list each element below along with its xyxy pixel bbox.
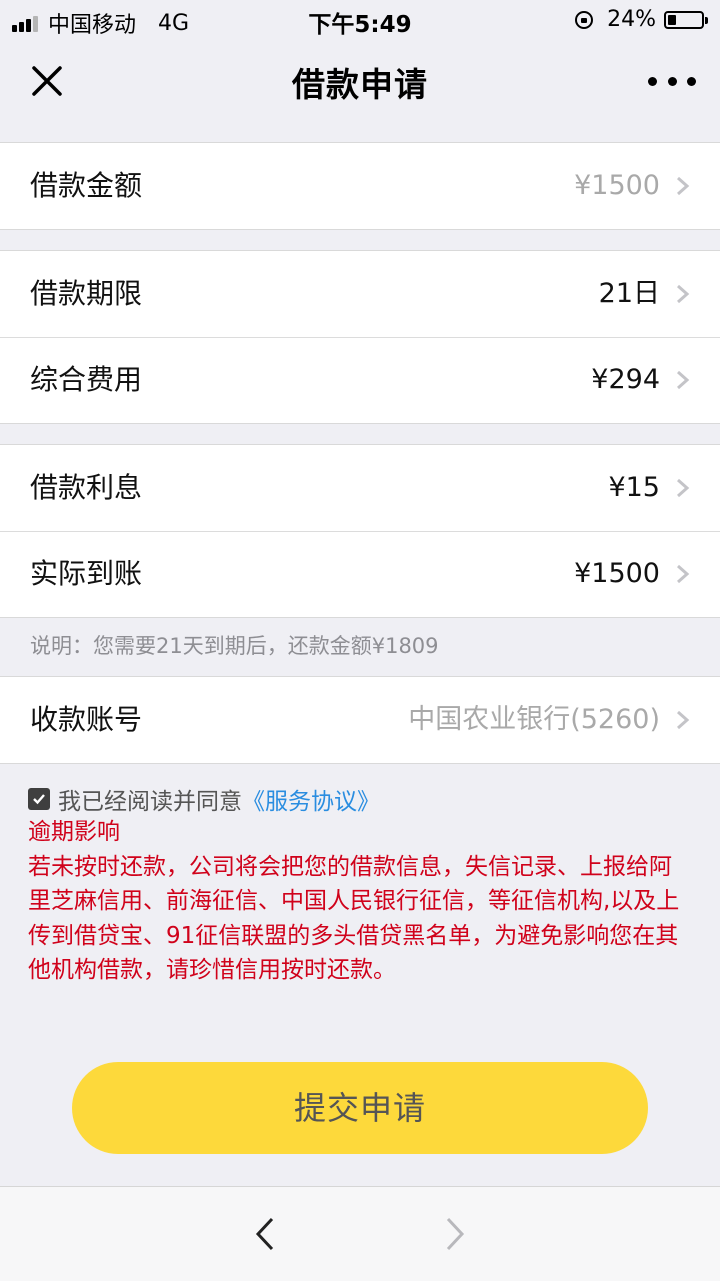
chevron-right-icon xyxy=(677,176,690,196)
checkmark-icon xyxy=(33,794,45,805)
status-right: 24% xyxy=(575,7,708,32)
account-value: 中国农业银行(5260) xyxy=(408,704,660,735)
loan-term-label: 借款期限 xyxy=(30,277,143,310)
loan-amount-label: 借款金额 xyxy=(30,169,143,202)
back-arrow-icon[interactable] xyxy=(250,1215,280,1253)
submit-button[interactable]: 提交申请 xyxy=(72,1062,648,1154)
nav-bar: 借款申请 xyxy=(0,40,720,122)
chevron-right-icon xyxy=(677,564,690,584)
battery-percent: 24% xyxy=(607,7,656,32)
battery-fill xyxy=(668,14,676,25)
fee-row[interactable]: 综合费用 ¥294 xyxy=(0,337,720,423)
page-title: 借款申请 xyxy=(292,65,428,104)
forward-arrow-icon[interactable] xyxy=(440,1215,470,1253)
service-agreement-link[interactable]: 《服务协议》 xyxy=(242,782,380,816)
repayment-note: 说明：您需要21天到期后，还款金额¥1809 xyxy=(30,634,439,658)
more-dots-icon[interactable] xyxy=(648,68,696,94)
warning-title: 逾期影响 xyxy=(28,819,120,845)
chevron-right-icon xyxy=(677,284,690,304)
browser-toolbar xyxy=(0,1186,720,1281)
fee-value: ¥294 xyxy=(591,364,660,395)
loan-amount-value: ¥1500 xyxy=(574,170,660,201)
interest-row[interactable]: 借款利息 ¥15 xyxy=(0,445,720,531)
chevron-right-icon xyxy=(677,710,690,730)
agreement: 我已经阅读并同意 《服务协议》 xyxy=(28,782,380,816)
loan-term-row[interactable]: 借款期限 21日 xyxy=(0,251,720,337)
interest-group: 借款利息 ¥15 实际到账 ¥1500 xyxy=(0,444,720,618)
account-row[interactable]: 收款账号 中国农业银行(5260) xyxy=(0,677,720,763)
term-group: 借款期限 21日 综合费用 ¥294 xyxy=(0,250,720,424)
interest-label: 借款利息 xyxy=(30,471,143,504)
fee-label: 综合费用 xyxy=(30,363,143,396)
account-label: 收款账号 xyxy=(30,703,143,736)
loan-term-value: 21日 xyxy=(598,278,660,309)
account-group: 收款账号 中国农业银行(5260) xyxy=(0,676,720,764)
agreement-text: 我已经阅读并同意 xyxy=(58,789,242,815)
agreement-checkbox[interactable] xyxy=(28,788,50,810)
overdue-warning: 逾期影响 若未按时还款，公司将会把您的借款信息，失信记录、上报给阿里芝麻信用、前… xyxy=(28,815,692,988)
interest-value: ¥15 xyxy=(608,472,660,503)
loan-amount-row[interactable]: 借款金额 ¥1500 xyxy=(0,143,720,229)
chevron-right-icon xyxy=(677,478,690,498)
received-value: ¥1500 xyxy=(574,558,660,589)
received-label: 实际到账 xyxy=(30,557,143,590)
status-bar: 中国移动 4G 下午5:49 24% xyxy=(0,0,720,40)
battery-icon xyxy=(664,10,708,29)
received-row[interactable]: 实际到账 ¥1500 xyxy=(0,531,720,617)
chevron-right-icon xyxy=(677,370,690,390)
amount-group: 借款金额 ¥1500 xyxy=(0,142,720,230)
orientation-lock-icon xyxy=(575,10,594,29)
warning-body: 若未按时还款，公司将会把您的借款信息，失信记录、上报给阿里芝麻信用、前海征信、中… xyxy=(28,853,680,984)
